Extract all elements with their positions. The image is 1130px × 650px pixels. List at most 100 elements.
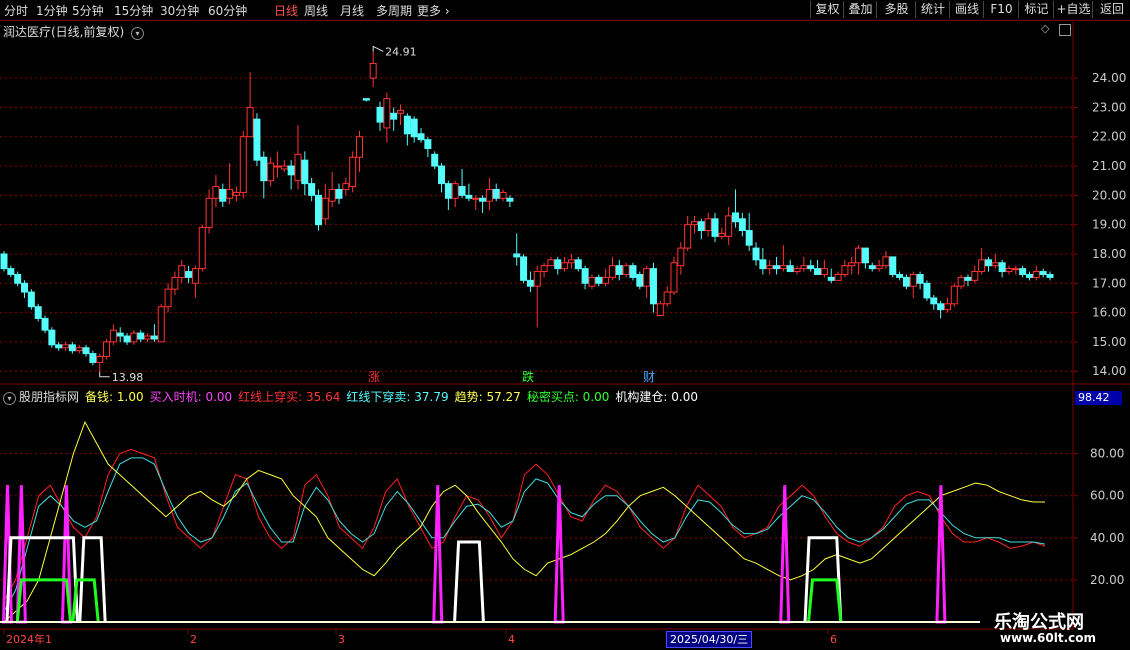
event-marker-0: 涨 xyxy=(368,369,380,384)
toolbar-button-7[interactable]: +自选 xyxy=(1053,1,1093,18)
candle-body-9 xyxy=(62,344,70,349)
candle-body-109 xyxy=(745,230,753,246)
toolbar-button-4[interactable]: 画线 xyxy=(949,1,984,18)
date-label-4: 6 xyxy=(830,633,837,646)
candle-body-4 xyxy=(27,291,35,308)
indicator-line-1 xyxy=(3,457,1046,612)
period-tab-4[interactable]: 30分钟 xyxy=(160,2,199,19)
indicator-item-3: 红线下穿卖: 37.79 xyxy=(346,390,449,404)
candle-body-99 xyxy=(677,247,685,267)
secret-plateau-2 xyxy=(807,578,843,623)
candle-body-96 xyxy=(656,303,664,317)
toolbar-button-3[interactable]: 统计 xyxy=(915,1,950,18)
candle-body-153 xyxy=(1046,273,1054,278)
candle-body-131 xyxy=(896,273,904,278)
candle-body-48 xyxy=(328,188,336,202)
toolbar-button-5[interactable]: F10 xyxy=(983,1,1019,18)
candle-body-12 xyxy=(82,347,90,355)
panel-resize-icon[interactable] xyxy=(1059,24,1071,36)
price-tick-label-1: 23.00 xyxy=(1092,100,1126,114)
candle-body-32 xyxy=(219,188,227,202)
candle-body-116 xyxy=(793,268,801,273)
period-tab-3[interactable]: 15分钟 xyxy=(114,2,153,19)
period-tab-1[interactable]: 1分钟 xyxy=(36,2,68,19)
toolbar-button-6[interactable]: 标记 xyxy=(1018,1,1054,18)
candle-body-13 xyxy=(89,353,97,363)
candle-body-140 xyxy=(957,276,965,287)
candle-body-88 xyxy=(602,276,610,284)
period-tab-7[interactable]: 周线 xyxy=(304,2,328,19)
toolbar-button-1[interactable]: 叠加 xyxy=(843,1,877,18)
period-tab-6[interactable]: 日线 xyxy=(274,2,298,19)
candle-body-11 xyxy=(75,347,83,352)
candle-body-113 xyxy=(773,265,781,270)
period-tab-2[interactable]: 5分钟 xyxy=(72,2,104,19)
candle-body-29 xyxy=(198,227,206,270)
candle-body-77 xyxy=(526,279,534,287)
candle-body-86 xyxy=(588,276,596,287)
candle-body-57 xyxy=(390,112,398,120)
date-label-0: 2024年1 xyxy=(6,632,52,646)
indicator-line-0 xyxy=(3,448,1046,602)
price-tick-label-3: 21.00 xyxy=(1092,159,1126,173)
candle-body-108 xyxy=(738,218,746,232)
event-marker-2: 财 xyxy=(643,370,655,384)
toolbar-button-0[interactable]: 复权 xyxy=(810,1,844,18)
period-tab-0[interactable]: 分时 xyxy=(4,2,28,19)
buy-spike-3 xyxy=(432,485,444,624)
indicator-line-2 xyxy=(3,420,1045,623)
candle-body-148 xyxy=(1012,268,1020,271)
candle-body-146 xyxy=(998,262,1006,273)
candle-body-83 xyxy=(567,259,575,264)
indicator-chevron-icon[interactable]: ▾ xyxy=(3,392,16,405)
candle-body-25 xyxy=(171,276,179,290)
price-tick-label-2: 22.00 xyxy=(1092,130,1126,144)
candle-body-45 xyxy=(308,183,316,196)
indicator-name[interactable]: 股朋指标网 xyxy=(19,390,79,404)
candle-body-150 xyxy=(1025,273,1033,278)
candle-body-53 xyxy=(362,98,370,101)
candle-body-90 xyxy=(615,265,623,275)
toolbar-button-2[interactable]: 多股 xyxy=(876,1,916,18)
period-tab-8[interactable]: 月线 xyxy=(340,2,364,19)
candle-body-17 xyxy=(116,332,124,337)
candle-body-39 xyxy=(267,162,275,182)
candle-body-14 xyxy=(96,356,104,363)
ind-tick-label-3: 20.00 xyxy=(1090,573,1124,587)
buy-spike-1 xyxy=(15,485,27,624)
candle-body-52 xyxy=(356,136,364,158)
stock-name-label: 润达医疗(日线,前复权) xyxy=(3,25,125,39)
chevron-down-icon[interactable]: ▾ xyxy=(131,27,145,40)
buy-spike-6 xyxy=(935,485,947,624)
candle-body-111 xyxy=(759,259,767,270)
candle-body-118 xyxy=(807,265,815,270)
candle-body-136 xyxy=(930,297,938,305)
candle-body-10 xyxy=(68,344,76,352)
candle-body-0 xyxy=(0,253,8,270)
period-tab-9[interactable]: 多周期 xyxy=(376,2,412,19)
candle-body-34 xyxy=(232,191,240,196)
candle-body-151 xyxy=(1032,271,1040,278)
candle-body-125 xyxy=(855,247,863,264)
period-tab-10[interactable]: 更多 › xyxy=(417,2,450,19)
diamond-icon[interactable]: ◇ xyxy=(1041,22,1049,35)
indicator-current-value: 98.42 xyxy=(1075,391,1122,405)
candle-body-135 xyxy=(923,282,931,299)
indicator-item-5: 秘密买点: 0.00 xyxy=(526,390,610,404)
period-tab-5[interactable]: 60分钟 xyxy=(208,2,247,19)
watermark-url: www.60lt.com xyxy=(1000,631,1097,645)
candle-body-3 xyxy=(21,282,29,293)
candle-body-115 xyxy=(786,265,794,273)
candle-body-23 xyxy=(157,306,165,343)
candle-body-112 xyxy=(766,265,774,270)
candle-body-124 xyxy=(848,262,856,267)
candle-body-44 xyxy=(301,159,309,185)
toolbar-button-8[interactable]: 返回 xyxy=(1092,1,1130,18)
candle-body-2 xyxy=(14,273,22,284)
candle-body-19 xyxy=(130,332,138,343)
candle-body-6 xyxy=(41,317,49,331)
indicator-item-6: 机构建仓: 0.00 xyxy=(615,390,698,404)
candle-body-72 xyxy=(492,188,500,199)
candle-body-149 xyxy=(1019,268,1027,275)
candle-body-85 xyxy=(581,268,589,284)
